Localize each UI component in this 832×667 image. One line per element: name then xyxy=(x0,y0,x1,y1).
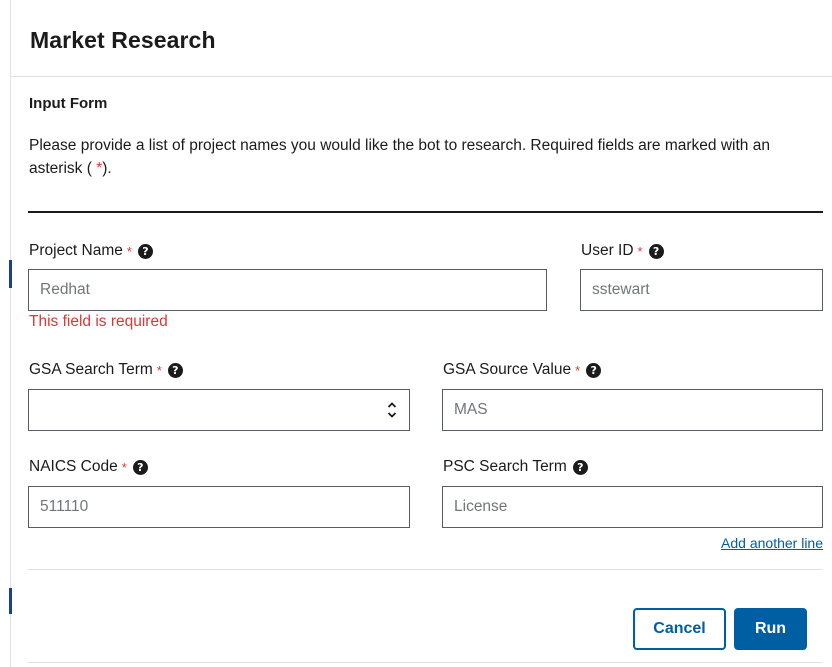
modal-title: Market Research xyxy=(30,27,216,53)
help-icon[interactable]: ? xyxy=(648,243,664,259)
project-name-input[interactable]: Redhat xyxy=(28,269,547,311)
gsa-source-value-label-text: GSA Source Value xyxy=(443,361,572,378)
left-edge-border xyxy=(10,0,11,667)
required-asterisk: * xyxy=(156,362,162,378)
cancel-button[interactable]: Cancel xyxy=(633,608,726,650)
user-id-input[interactable]: sstewart xyxy=(580,269,823,311)
form-divider xyxy=(28,211,823,213)
gsa-search-term-label: GSA Search Term * ? xyxy=(29,361,183,379)
gsa-source-value-input[interactable]: MAS xyxy=(442,389,823,431)
gsa-source-value-value: MAS xyxy=(454,401,488,418)
instructions-text: Please provide a list of project names y… xyxy=(29,137,770,177)
footer-bottom-divider xyxy=(28,662,823,663)
psc-search-term-label-text: PSC Search Term xyxy=(443,458,567,475)
help-icon[interactable]: ? xyxy=(137,243,153,259)
gsa-source-value-label: GSA Source Value * ? xyxy=(443,361,602,379)
project-name-label-text: Project Name xyxy=(29,242,123,259)
modal-header: Market Research xyxy=(11,0,832,77)
project-name-error: This field is required xyxy=(29,313,168,330)
section-title: Input Form xyxy=(29,95,108,112)
psc-search-term-label: PSC Search Term ? xyxy=(443,458,588,476)
gsa-search-term-label-text: GSA Search Term xyxy=(29,361,153,378)
market-research-modal: Market Research Input Form Please provid… xyxy=(0,0,832,667)
run-button[interactable]: Run xyxy=(734,608,807,650)
naics-code-input[interactable]: 511110 xyxy=(28,486,410,528)
psc-search-term-value: License xyxy=(454,498,508,515)
project-name-value: Redhat xyxy=(40,281,90,298)
help-icon[interactable]: ? xyxy=(167,362,183,378)
footer-divider xyxy=(28,569,823,570)
left-edge-accent xyxy=(9,260,12,288)
naics-code-label-text: NAICS Code xyxy=(29,458,118,475)
user-id-label: User ID * ? xyxy=(581,242,664,260)
instructions-end: ). xyxy=(102,160,112,177)
user-id-label-text: User ID xyxy=(581,242,634,259)
select-chevrons-icon xyxy=(387,401,397,419)
required-asterisk: * xyxy=(637,243,643,259)
naics-code-value: 511110 xyxy=(40,498,89,515)
required-asterisk: * xyxy=(126,243,132,259)
add-another-line-link[interactable]: Add another line xyxy=(721,535,823,551)
user-id-value: sstewart xyxy=(592,281,650,298)
naics-code-label: NAICS Code * ? xyxy=(29,458,148,476)
form-instructions: Please provide a list of project names y… xyxy=(29,134,825,180)
required-asterisk: * xyxy=(121,459,127,475)
help-icon[interactable]: ? xyxy=(572,459,588,475)
required-asterisk: * xyxy=(575,362,581,378)
project-name-label: Project Name * ? xyxy=(29,242,153,260)
psc-search-term-input[interactable]: License xyxy=(442,486,823,528)
left-edge-accent xyxy=(9,588,12,614)
gsa-search-term-select[interactable] xyxy=(28,389,410,431)
help-icon[interactable]: ? xyxy=(132,459,148,475)
help-icon[interactable]: ? xyxy=(586,362,602,378)
